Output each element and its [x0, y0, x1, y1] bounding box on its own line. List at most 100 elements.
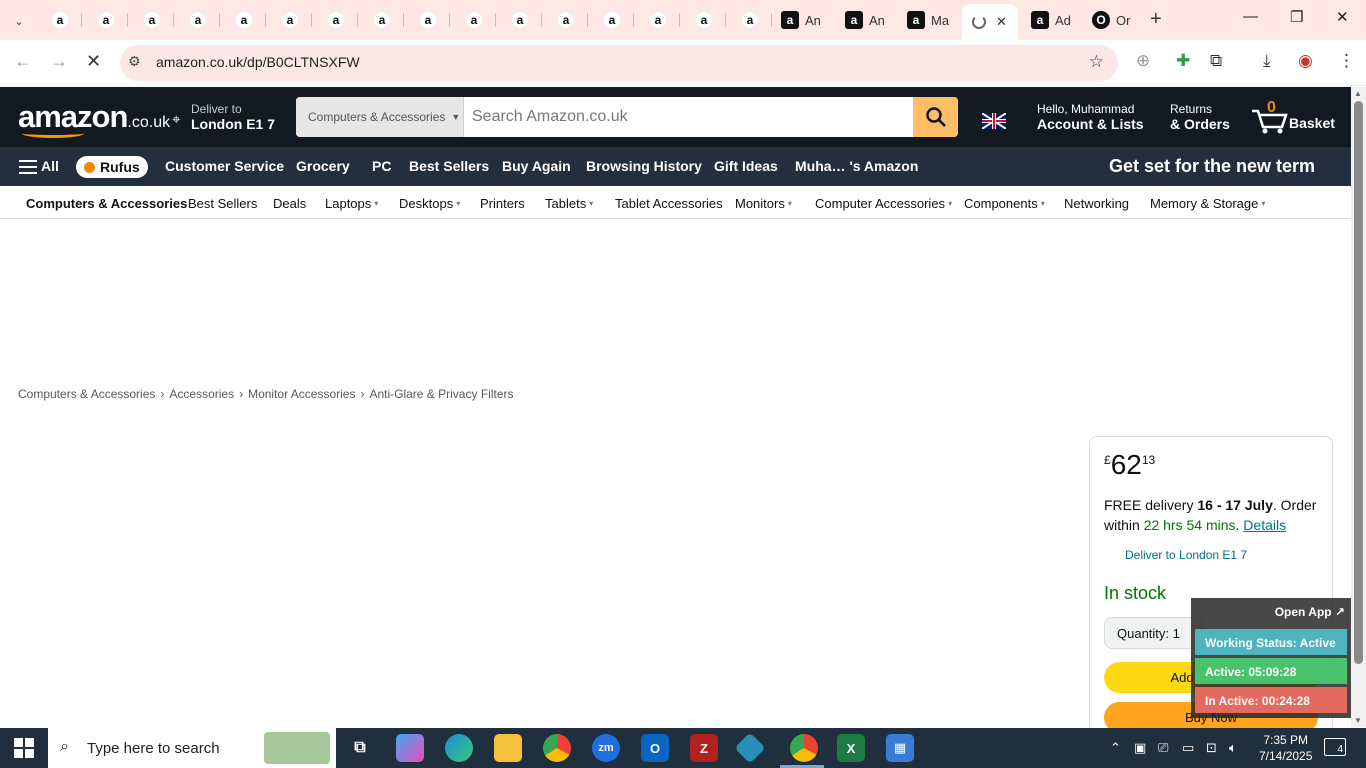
open-app-link[interactable]: Open App ↗ [1275, 605, 1345, 619]
uk-flag-icon[interactable] [982, 113, 1006, 129]
subnav-deals[interactable]: Deals [273, 196, 306, 211]
forward-icon[interactable]: → [50, 51, 68, 72]
browser-tab[interactable]: a An [845, 7, 907, 33]
tab-search-icon[interactable]: ⌄ [8, 10, 30, 32]
browser-tab[interactable]: a [406, 7, 450, 33]
download-icon[interactable]: ⤓ [1263, 51, 1271, 71]
account-and-lists[interactable]: Hello, Muhammad Account & Lists [1037, 102, 1144, 132]
close-window-icon[interactable]: ✕ [1336, 8, 1349, 26]
address-bar[interactable]: ⚙ amazon.co.uk/dp/B0CLTNSXFW ☆ [120, 45, 1118, 81]
calculator-icon[interactable]: ▦ [886, 734, 914, 762]
chrome-icon[interactable] [543, 734, 571, 762]
details-link[interactable]: Details [1243, 517, 1286, 533]
subnav-best-sellers[interactable]: Best Sellers [188, 196, 257, 211]
promo-banner-text[interactable]: Get set for the new term [1109, 156, 1315, 177]
browser-tab[interactable]: a [360, 7, 404, 33]
back-icon[interactable]: ← [14, 51, 32, 72]
breadcrumb-item[interactable]: Accessories [169, 387, 234, 401]
extension-puzzle-green-icon[interactable]: ✚ [1176, 51, 1190, 71]
browser-tab[interactable]: a [498, 7, 542, 33]
browser-tab[interactable]: a [590, 7, 634, 33]
menu-kebab-icon[interactable]: ⋮ [1338, 51, 1355, 71]
browser-tab[interactable]: a Ad [1031, 7, 1093, 33]
quantity-select[interactable]: Quantity: 1 [1104, 617, 1204, 649]
tray-battery-icon[interactable]: ▭ [1182, 740, 1194, 756]
windows-start-icon[interactable] [14, 738, 34, 758]
browser-tab[interactable]: a [222, 7, 266, 33]
taskbar-search[interactable]: ⌕ Type here to search [48, 728, 336, 768]
browser-tab[interactable]: a [452, 7, 496, 33]
nav-all[interactable]: All [41, 158, 59, 174]
subnav-tablets[interactable]: Tablets ▾ [545, 196, 593, 211]
translate-icon[interactable]: ⊕ [1136, 51, 1150, 71]
site-info-icon[interactable]: ⚙ [128, 53, 141, 70]
rufus-button[interactable]: Rufus [76, 156, 148, 178]
search-button[interactable] [913, 97, 958, 137]
bookmark-star-icon[interactable]: ☆ [1089, 52, 1104, 72]
excel-icon[interactable]: X [837, 734, 865, 762]
nav-buy-again[interactable]: Buy Again [502, 158, 571, 174]
tray-volume-icon[interactable]: 🔈︎ [1229, 740, 1237, 756]
minimize-icon[interactable]: — [1243, 8, 1258, 25]
subnav-components[interactable]: Components ▾ [964, 196, 1045, 211]
browser-tab[interactable]: a Ma [907, 7, 969, 33]
page-scrollbar[interactable]: ▲ ▼ [1351, 87, 1366, 727]
browser-tab[interactable]: a [84, 7, 128, 33]
tray-network-icon[interactable]: ⊡ [1206, 740, 1217, 756]
restore-icon[interactable]: ❐ [1290, 8, 1303, 26]
copilot-icon[interactable] [396, 734, 424, 762]
subnav-monitors[interactable]: Monitors ▾ [735, 196, 792, 211]
subnav-printers[interactable]: Printers [480, 196, 525, 211]
browser-tab[interactable]: a [268, 7, 312, 33]
app-diamond-icon[interactable] [734, 732, 766, 764]
active-browser-tab[interactable]: ✕ [962, 4, 1018, 40]
task-view-icon[interactable]: ⧉ [346, 734, 374, 762]
tray-chevron-icon[interactable]: ⌃ [1110, 740, 1121, 756]
subnav-tablet-accessories[interactable]: Tablet Accessories [615, 196, 723, 211]
edge-icon[interactable] [445, 734, 473, 762]
subnav-memory-storage[interactable]: Memory & Storage ▾ [1150, 196, 1265, 211]
breadcrumb-item[interactable]: Computers & Accessories [18, 387, 155, 401]
scroll-down-icon[interactable]: ▼ [1354, 716, 1362, 725]
zoom-icon[interactable]: zm [592, 734, 620, 762]
outlook-icon[interactable]: O [641, 734, 669, 762]
search-input[interactable] [464, 97, 912, 137]
subnav-desktops[interactable]: Desktops ▾ [399, 196, 460, 211]
stop-loading-icon[interactable]: ✕ [86, 51, 101, 72]
subnav-networking[interactable]: Networking [1064, 196, 1129, 211]
hamburger-menu-icon[interactable] [19, 160, 37, 174]
search-category-dropdown[interactable]: Computers & Accessories ▼ [296, 97, 464, 137]
subnav-laptops[interactable]: Laptops ▾ [325, 196, 378, 211]
tray-display-icon[interactable]: ⎚ [1158, 740, 1168, 756]
taskbar-clock[interactable]: 7:35 PM 7/14/2025 [1259, 732, 1312, 764]
chrome-active-icon[interactable] [790, 734, 818, 762]
browser-tab[interactable]: a [176, 7, 220, 33]
filezilla-icon[interactable]: Z [690, 734, 718, 762]
browser-tab[interactable]: a [38, 7, 82, 33]
nav-best-sellers[interactable]: Best Sellers [409, 158, 489, 174]
subnav-computers-accessories[interactable]: Computers & Accessories [26, 196, 187, 211]
nav-grocery[interactable]: Grocery [296, 158, 350, 174]
browser-tab[interactable]: a An [781, 7, 843, 33]
new-tab-icon[interactable]: + [1150, 8, 1162, 31]
basket-button[interactable]: 0 Basket [1250, 99, 1335, 135]
breadcrumb-item[interactable]: Anti-Glare & Privacy Filters [369, 387, 513, 401]
nav-my-amazon[interactable]: Muha… 's Amazon [795, 158, 918, 174]
scroll-up-icon[interactable]: ▲ [1354, 89, 1362, 98]
nav-customer-service[interactable]: Customer Service [165, 158, 284, 174]
profile-icon[interactable]: ◉ [1298, 51, 1313, 71]
browser-tab[interactable]: a [130, 7, 174, 33]
scrollbar-thumb[interactable] [1354, 101, 1363, 664]
browser-tab[interactable]: a [544, 7, 588, 33]
browser-tab[interactable]: a [682, 7, 726, 33]
file-explorer-icon[interactable] [494, 734, 522, 762]
subnav-computer-accessories[interactable]: Computer Accessories ▾ [815, 196, 952, 211]
notification-center-icon[interactable]: 4 [1324, 738, 1346, 756]
deliver-to-link[interactable]: Deliver to London E1 7 [1125, 548, 1247, 562]
browser-tab[interactable]: a [636, 7, 680, 33]
browser-tab[interactable]: O Or [1092, 7, 1154, 33]
returns-and-orders[interactable]: Returns & Orders [1170, 102, 1230, 132]
extensions-icon[interactable]: ⧉ [1210, 51, 1222, 71]
tray-meet-icon[interactable]: ▣ [1134, 740, 1146, 756]
nav-pc[interactable]: PC [372, 158, 391, 174]
